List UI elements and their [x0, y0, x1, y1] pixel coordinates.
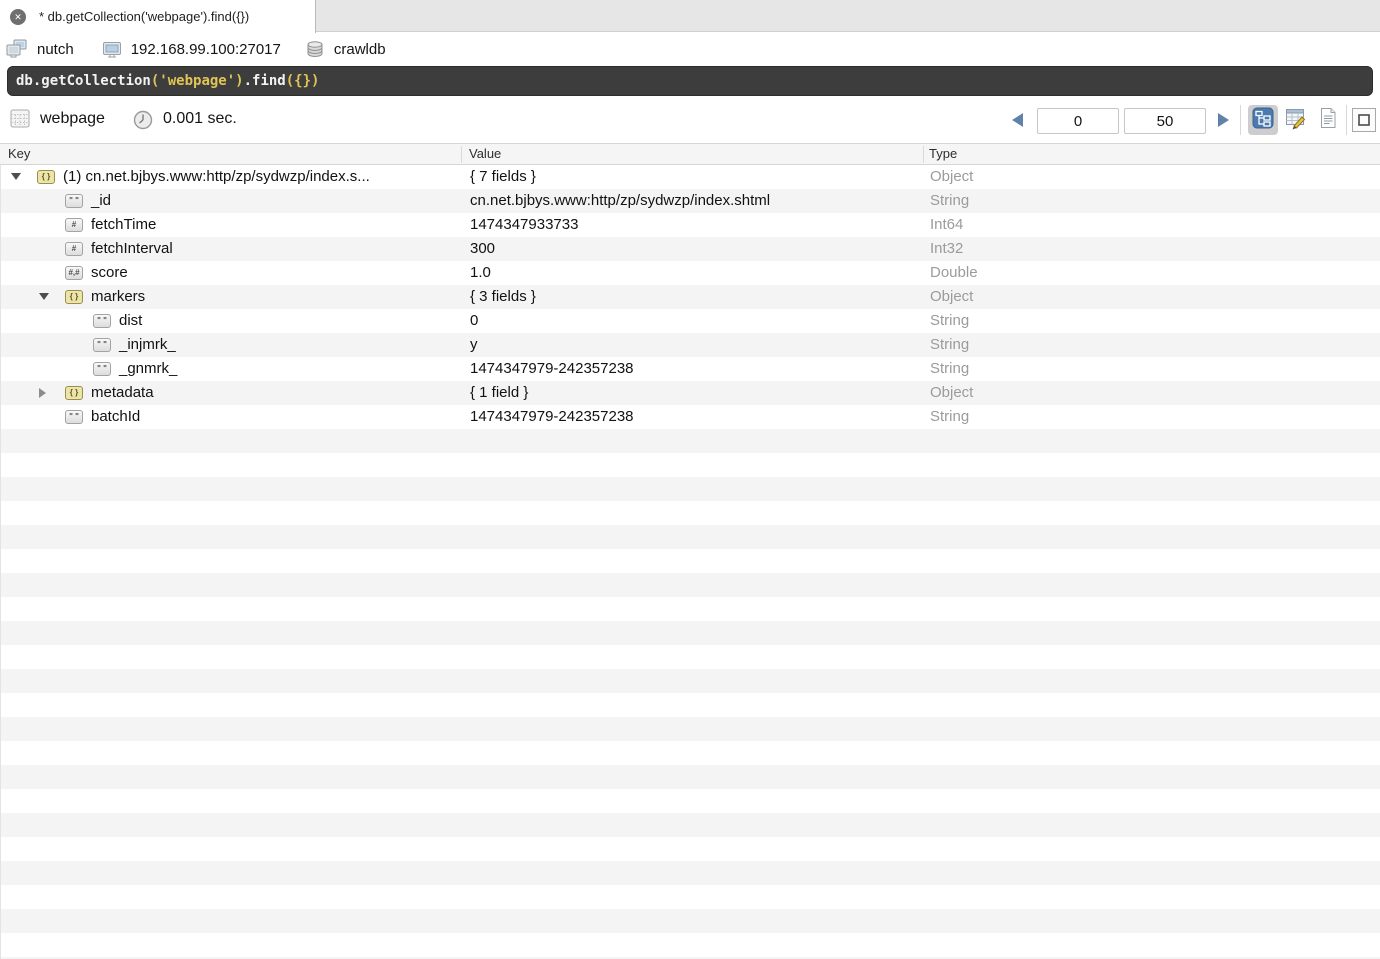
- skip-input[interactable]: [1037, 108, 1119, 134]
- next-page-icon[interactable]: [1218, 113, 1229, 127]
- collection-grid-icon: [10, 109, 30, 133]
- tree-mode-button[interactable]: [1248, 105, 1278, 135]
- column-header-type[interactable]: Type: [929, 144, 957, 164]
- column-resize-handle[interactable]: [461, 146, 462, 163]
- column-header-value[interactable]: Value: [469, 144, 501, 164]
- object-icon: { }: [37, 170, 55, 184]
- row-value: { 1 field }: [470, 381, 918, 405]
- table-view-icon: [1284, 106, 1308, 135]
- row-value: cn.net.bjbys.www:http/zp/sydwzp/index.sh…: [470, 189, 918, 213]
- toolbar-separator: [1240, 105, 1241, 135]
- row-type: Int32: [930, 237, 963, 261]
- row-type: Object: [930, 285, 973, 309]
- previous-page-icon[interactable]: [1012, 113, 1023, 127]
- breadcrumb: nutch 192.168.99.100:27017 crawldb: [0, 32, 1380, 66]
- row-value: 1.0: [470, 261, 918, 285]
- query-paren-close: ): [235, 73, 243, 89]
- row-type: Double: [930, 261, 978, 285]
- result-toolbar: webpage 0.001 sec.: [0, 97, 1380, 143]
- query-find: .find: [244, 73, 286, 89]
- object-icon: { }: [65, 290, 83, 304]
- row-type: String: [930, 357, 969, 381]
- string-icon: " ": [65, 410, 83, 424]
- row-key: _gnmrk_: [1, 357, 459, 381]
- row-type: String: [930, 405, 969, 429]
- connection-icon: [6, 39, 28, 59]
- text-mode-button[interactable]: [1313, 105, 1343, 135]
- column-resize-handle[interactable]: [923, 146, 924, 163]
- int-icon: #: [65, 242, 83, 256]
- maximize-panel-button[interactable]: [1352, 108, 1376, 132]
- empty-rows-area: [0, 429, 1380, 959]
- table-row[interactable]: # fetchInterval 300 Int32: [1, 237, 1380, 261]
- close-icon[interactable]: ✕: [10, 9, 26, 25]
- query-find-args: ({}): [286, 73, 320, 89]
- expander-expanded-icon[interactable]: [11, 173, 21, 180]
- query-editor[interactable]: db.getCollection('webpage').find({}): [7, 66, 1373, 96]
- row-type: Int64: [930, 213, 963, 237]
- query-argument: 'webpage': [159, 73, 235, 89]
- string-icon: " ": [93, 338, 111, 352]
- row-key: (1) cn.net.bjbys.www:http/zp/sydwzp/inde…: [1, 165, 459, 189]
- breadcrumb-database[interactable]: crawldb: [334, 41, 386, 58]
- string-icon: " ": [93, 314, 111, 328]
- row-type: Object: [930, 381, 973, 405]
- table-row[interactable]: " " batchId 1474347979-242357238 String: [1, 405, 1380, 429]
- row-value: 1474347979-242357238: [470, 357, 918, 381]
- table-row[interactable]: { } markers { 3 fields } Object: [1, 285, 1380, 309]
- double-icon: #,#: [65, 266, 83, 280]
- string-icon: " ": [93, 362, 111, 376]
- execution-time: 0.001 sec.: [163, 110, 237, 128]
- tab-title: * db.getCollection('webpage').find({}): [39, 9, 249, 24]
- tab-query-result[interactable]: ✕ * db.getCollection('webpage').find({}): [0, 0, 316, 33]
- row-value: { 3 fields }: [470, 285, 918, 309]
- row-value: 300: [470, 237, 918, 261]
- table-row[interactable]: " " _injmrk_ y String: [1, 333, 1380, 357]
- row-type: String: [930, 333, 969, 357]
- text-view-icon: [1317, 107, 1339, 134]
- collection-name: webpage: [40, 110, 105, 128]
- row-value: 1474347933733: [470, 213, 918, 237]
- database-icon: [305, 39, 325, 59]
- tab-bar: ✕ * db.getCollection('webpage').find({}): [0, 0, 1380, 32]
- table-row[interactable]: " " dist 0 String: [1, 309, 1380, 333]
- clock-icon: [133, 110, 153, 135]
- tree-view-icon: [1252, 107, 1274, 134]
- table-row[interactable]: # fetchTime 1474347933733 Int64: [1, 213, 1380, 237]
- table-mode-button[interactable]: [1281, 105, 1311, 135]
- row-value: 1474347979-242357238: [470, 405, 918, 429]
- row-type: String: [930, 189, 969, 213]
- row-key: dist: [1, 309, 459, 333]
- grid-header: Key Value Type: [0, 143, 1380, 165]
- table-row[interactable]: " " _gnmrk_ 1474347979-242357238 String: [1, 357, 1380, 381]
- int-icon: #: [65, 218, 83, 232]
- table-row[interactable]: " " _id cn.net.bjbys.www:http/zp/sydwzp/…: [1, 189, 1380, 213]
- object-icon: { }: [65, 386, 83, 400]
- table-row[interactable]: { } (1) cn.net.bjbys.www:http/zp/sydwzp/…: [1, 165, 1380, 189]
- column-header-key[interactable]: Key: [8, 144, 30, 164]
- row-key: _injmrk_: [1, 333, 459, 357]
- expander-expanded-icon[interactable]: [39, 293, 49, 300]
- expander-collapsed-icon[interactable]: [39, 388, 46, 398]
- breadcrumb-server[interactable]: 192.168.99.100:27017: [131, 41, 281, 58]
- robomongo-window: ✕ * db.getCollection('webpage').find({})…: [0, 0, 1380, 959]
- maximize-icon: [1352, 119, 1376, 136]
- toolbar-separator: [1346, 105, 1347, 135]
- query-area: db.getCollection('webpage').find({}): [0, 66, 1380, 97]
- row-value: { 7 fields }: [470, 165, 918, 189]
- query-method: db.getCollection: [16, 73, 151, 89]
- server-icon: [102, 39, 122, 59]
- table-row[interactable]: #,# score 1.0 Double: [1, 261, 1380, 285]
- breadcrumb-connection[interactable]: nutch: [37, 41, 74, 58]
- row-value: 0: [470, 309, 918, 333]
- table-row[interactable]: { } metadata { 1 field } Object: [1, 381, 1380, 405]
- row-type: Object: [930, 165, 973, 189]
- limit-input[interactable]: [1124, 108, 1206, 134]
- row-value: y: [470, 333, 918, 357]
- row-type: String: [930, 309, 969, 333]
- result-tree: { } (1) cn.net.bjbys.www:http/zp/sydwzp/…: [0, 165, 1380, 429]
- string-icon: " ": [65, 194, 83, 208]
